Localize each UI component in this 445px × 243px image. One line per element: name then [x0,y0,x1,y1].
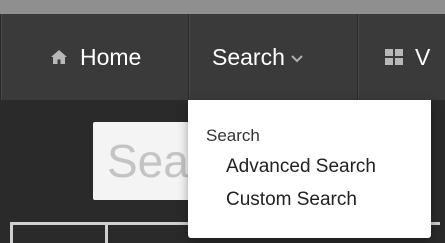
menu-item-advanced-search[interactable]: Advanced Search [226,156,376,178]
nav-divider [188,14,189,100]
content-column-edge [10,225,13,243]
home-icon [51,50,67,64]
search-dropdown-menu: Search Advanced Search Custom Search [188,100,431,238]
grid-icon [385,49,403,65]
nav-divider [0,14,1,100]
nav-item-partial[interactable]: V [385,14,430,100]
nav-item-search[interactable]: Search [212,14,304,100]
menu-item-custom-search[interactable]: Custom Search [226,189,357,211]
nav-divider [357,14,358,100]
chevron-down-icon [291,55,303,63]
nav-search-label: Search [212,43,285,70]
app-window: Home Search V Search Advanced Search Cus… [0,0,445,243]
nav-item-home[interactable]: Home [50,14,141,100]
window-top-strip [0,0,445,14]
nav-home-label: Home [80,43,142,70]
nav-partial-label: V [415,43,431,70]
content-column-edge [105,225,108,243]
dropdown-header: Search [206,126,260,145]
